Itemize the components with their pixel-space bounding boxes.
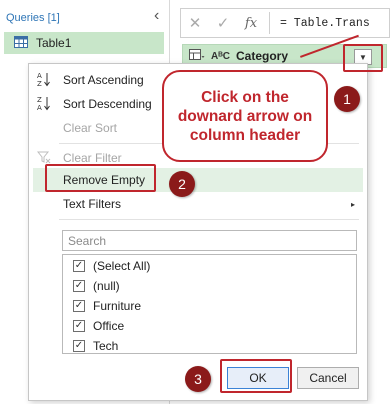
filter-value-label: (Select All)	[93, 259, 151, 273]
table-options-icon[interactable]	[189, 48, 205, 64]
submenu-arrow-icon: ▸	[350, 199, 355, 209]
text-type-icon[interactable]: AᴮC	[211, 51, 230, 62]
menu-separator	[59, 219, 359, 220]
filter-value-label: Tech	[93, 339, 119, 353]
filter-value-label: (null)	[93, 279, 120, 293]
checkbox-checked-icon[interactable]: ✓	[73, 280, 85, 292]
menu-item-label: Sort Ascending	[63, 73, 144, 87]
collapse-pane-icon[interactable]: ‹	[154, 8, 159, 24]
checkbox-checked-icon[interactable]: ✓	[73, 260, 85, 272]
search-input[interactable]: Search	[62, 230, 357, 251]
dropdown-highlight-box	[343, 44, 383, 72]
step-badge-1: 1	[334, 86, 360, 112]
svg-text:A: A	[37, 104, 42, 111]
menu-item-label: Sort Descending	[63, 97, 152, 111]
screenshot-root: Queries [1] ‹ Table1 ✕ ✓ fx = Table.Tran…	[0, 0, 390, 404]
sort-descending-icon: ZA	[33, 95, 55, 113]
checkbox-checked-icon[interactable]: ✓	[73, 300, 85, 312]
ok-highlight-box	[220, 359, 292, 393]
filter-value-label: Furniture	[93, 299, 142, 313]
checkbox-checked-icon[interactable]: ✓	[73, 320, 85, 332]
filter-value-tech[interactable]: ✓ Tech	[73, 337, 118, 355]
menu-item-label: Clear Filter	[63, 151, 122, 165]
cancel-button[interactable]: Cancel	[297, 367, 359, 389]
confirm-formula-icon[interactable]: ✓	[209, 14, 237, 32]
table-icon	[14, 35, 28, 51]
menu-item-label: Text Filters	[63, 197, 122, 211]
step-badge-2: 2	[169, 171, 195, 197]
cancel-formula-icon[interactable]: ✕	[181, 14, 209, 32]
filter-value-select-all[interactable]: ✓ (Select All)	[73, 257, 150, 275]
query-item-table1[interactable]: Table1	[4, 32, 164, 54]
svg-text:Z: Z	[37, 96, 42, 104]
menu-item-text-filters[interactable]: Text Filters ▸	[33, 192, 363, 216]
filter-value-null[interactable]: ✓ (null)	[73, 277, 120, 295]
formula-bar: ✕ ✓ fx = Table.Trans	[180, 8, 390, 38]
menu-item-label: Clear Sort	[63, 121, 118, 135]
step-badge-3: 3	[185, 366, 211, 392]
svg-text:Z: Z	[37, 80, 42, 87]
filter-value-label: Office	[93, 319, 125, 333]
remove-empty-highlight-box	[45, 164, 156, 192]
filter-values-list: ✓ (Select All) ✓ (null) ✓ Furniture ✓ Of…	[62, 254, 357, 354]
filter-value-furniture[interactable]: ✓ Furniture	[73, 297, 141, 315]
checkbox-checked-icon[interactable]: ✓	[73, 340, 85, 352]
svg-text:A: A	[37, 72, 42, 80]
callout-bubble: Click on the downard arrow on column hea…	[162, 70, 328, 162]
filter-value-office[interactable]: ✓ Office	[73, 317, 124, 335]
column-name: Category	[235, 49, 288, 63]
formula-text[interactable]: = Table.Trans	[274, 17, 370, 30]
formula-separator	[269, 12, 270, 34]
sort-ascending-icon: AZ	[33, 71, 55, 89]
queries-header: Queries [1]	[6, 12, 60, 24]
query-item-label: Table1	[36, 36, 72, 50]
fx-icon[interactable]: fx	[237, 16, 265, 31]
